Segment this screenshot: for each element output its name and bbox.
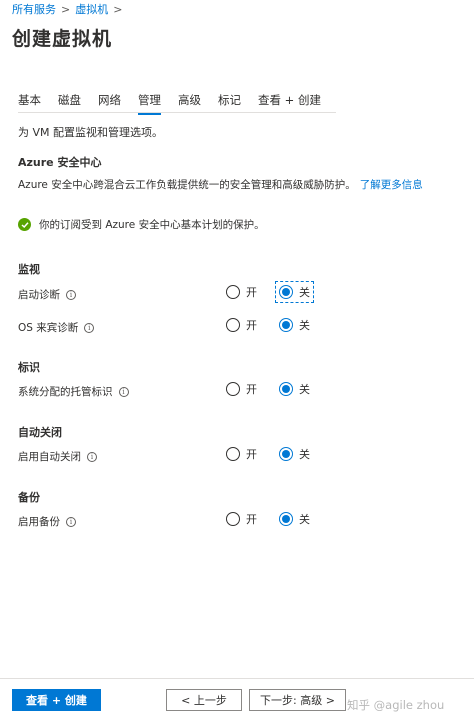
radio-checked[interactable] — [279, 318, 293, 332]
radio-label-on: 开 — [246, 319, 257, 332]
success-check-icon — [18, 218, 31, 231]
auto-shutdown-text: 启用自动关闭 — [18, 451, 81, 463]
radio-label-off: 关 — [299, 319, 310, 332]
radio-unchecked[interactable] — [226, 447, 240, 461]
radio-label-on: 开 — [246, 513, 257, 526]
radio-checked[interactable] — [279, 447, 293, 461]
backup-label: 启用备份 i — [18, 514, 76, 529]
security-description-text: Azure 安全中心跨混合云工作负载提供统一的安全管理和高级威胁防护。 — [18, 179, 356, 191]
os-guest-diagnostics-radio-group: 开 关 — [222, 314, 328, 336]
learn-more-link[interactable]: 了解更多信息 — [360, 179, 423, 191]
radio-label-off: 关 — [299, 513, 310, 526]
radio-label-on: 开 — [246, 286, 257, 299]
info-icon[interactable]: i — [87, 451, 97, 462]
info-icon[interactable]: i — [118, 386, 129, 397]
managed-identity-off[interactable]: 关 — [275, 378, 314, 400]
managed-identity-radio-group: 开 关 — [222, 378, 328, 400]
boot-diagnostics-radio-group: 开 关 — [222, 281, 328, 303]
auto-shutdown-off[interactable]: 关 — [275, 443, 314, 465]
info-icon[interactable]: i — [84, 322, 95, 333]
auto-shutdown-radio-group: 开 关 — [222, 443, 328, 465]
managed-identity-on[interactable]: 开 — [222, 378, 261, 400]
security-center-heading: Azure 安全中心 — [18, 156, 102, 169]
radio-checked[interactable] — [279, 382, 293, 396]
next-button[interactable]: 下一步: 高级 > — [249, 689, 346, 711]
monitoring-heading: 监视 — [18, 263, 40, 276]
tab-divider — [18, 112, 336, 113]
boot-diagnostics-off[interactable]: 关 — [275, 281, 314, 303]
radio-unchecked[interactable] — [226, 382, 240, 396]
radio-unchecked[interactable] — [226, 512, 240, 526]
identity-heading: 标识 — [18, 361, 40, 374]
page-title: 创建虚拟机 — [12, 28, 113, 50]
os-guest-diagnostics-text: OS 来宾诊断 — [18, 322, 79, 334]
breadcrumb-all-services[interactable]: 所有服务 — [12, 1, 56, 17]
footer-divider — [0, 678, 474, 679]
breadcrumb-virtual-machines[interactable]: 虚拟机 — [75, 1, 108, 17]
notice-text: 你的订阅受到 Azure 安全中心基本计划的保护。 — [39, 219, 265, 231]
info-icon[interactable]: i — [66, 516, 76, 527]
backup-radio-group: 开 关 — [222, 508, 328, 530]
radio-label-off: 关 — [299, 286, 310, 299]
managed-identity-text: 系统分配的托管标识 — [18, 386, 113, 398]
backup-off[interactable]: 关 — [275, 508, 314, 530]
review-create-button[interactable]: 查看 + 创建 — [12, 689, 101, 711]
boot-diagnostics-on[interactable]: 开 — [222, 281, 261, 303]
auto-shutdown-heading: 自动关闭 — [18, 426, 62, 439]
breadcrumb-separator: > — [61, 2, 71, 16]
radio-checked[interactable] — [279, 285, 293, 299]
radio-unchecked[interactable] — [226, 285, 240, 299]
previous-button[interactable]: < 上一步 — [166, 689, 242, 711]
backup-text: 启用备份 — [18, 516, 60, 528]
backup-on[interactable]: 开 — [222, 508, 261, 530]
managed-identity-label: 系统分配的托管标识 i — [18, 384, 129, 399]
radio-label-off: 关 — [299, 448, 310, 461]
radio-label-on: 开 — [246, 383, 257, 396]
breadcrumb: 所有服务 > 虚拟机 > — [12, 1, 127, 17]
backup-heading: 备份 — [18, 491, 40, 504]
radio-checked[interactable] — [279, 512, 293, 526]
radio-label-off: 关 — [299, 383, 310, 396]
auto-shutdown-on[interactable]: 开 — [222, 443, 261, 465]
auto-shutdown-label: 启用自动关闭 i — [18, 449, 97, 464]
os-guest-diagnostics-off[interactable]: 关 — [275, 314, 314, 336]
intro-text: 为 VM 配置监视和管理选项。 — [18, 126, 164, 139]
radio-unchecked[interactable] — [226, 318, 240, 332]
radio-label-on: 开 — [246, 448, 257, 461]
boot-diagnostics-label: 启动诊断 i — [18, 287, 76, 302]
info-icon[interactable]: i — [66, 289, 76, 300]
os-guest-diagnostics-on[interactable]: 开 — [222, 314, 261, 336]
subscription-notice: 你的订阅受到 Azure 安全中心基本计划的保护。 — [18, 217, 265, 232]
breadcrumb-separator: > — [113, 2, 123, 16]
watermark: 知乎 @agile zhou — [347, 698, 445, 712]
security-center-description: Azure 安全中心跨混合云工作负载提供统一的安全管理和高级威胁防护。 了解更多信… — [18, 177, 423, 192]
os-guest-diagnostics-label: OS 来宾诊断 i — [18, 320, 95, 335]
boot-diagnostics-text: 启动诊断 — [18, 289, 60, 301]
